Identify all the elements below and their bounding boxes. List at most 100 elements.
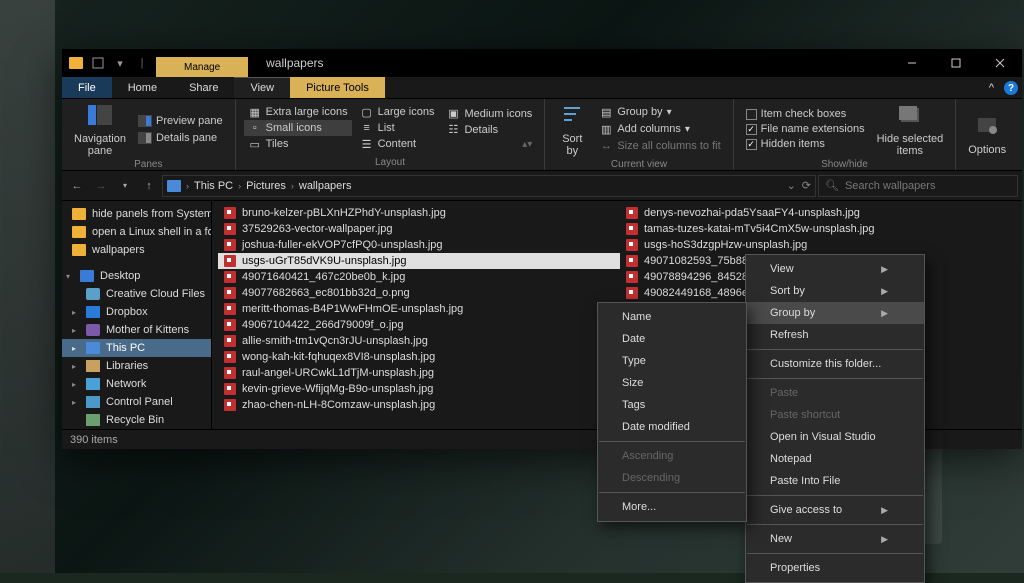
file-item[interactable]: 49071640421_467c20be0b_k.jpg — [218, 269, 620, 285]
tree-item[interactable]: ▸Mother of Kittens — [62, 321, 211, 339]
manage-contextual-tab[interactable]: Manage — [156, 57, 248, 77]
hidden-items-toggle[interactable]: ✓Hidden items — [742, 137, 869, 151]
tree-recent-item[interactable]: hide panels from System — [62, 205, 211, 223]
help-button[interactable]: ? — [1000, 77, 1022, 99]
layout-scroll[interactable]: ▴▾ — [442, 138, 536, 151]
close-button[interactable] — [978, 49, 1022, 77]
tree-item[interactable]: ▸Dropbox — [62, 303, 211, 321]
minimize-button[interactable] — [890, 49, 934, 77]
ctx-group-by[interactable]: Group by▶ — [746, 302, 924, 324]
file-item[interactable]: denys-nevozhai-pda5YsaaFY4-unsplash.jpg — [620, 205, 1022, 221]
file-item[interactable]: joshua-fuller-ekVOP7cfPQ0-unsplash.jpg — [218, 237, 620, 253]
tree-item[interactable]: Recycle Bin — [62, 411, 211, 429]
file-item[interactable]: meritt-thomas-B4P1WwFHmOE-unsplash.jpg — [218, 301, 620, 317]
ctx-sort-by[interactable]: Sort by▶ — [746, 280, 924, 302]
recent-locations-button[interactable]: ▾ — [114, 175, 136, 197]
ctx-group-size[interactable]: Size — [598, 372, 746, 394]
refresh-button[interactable]: ⟳ — [802, 179, 811, 192]
layout-list[interactable]: ≡List — [356, 120, 439, 136]
ctx-new[interactable]: New▶ — [746, 528, 924, 550]
ctx-give-access[interactable]: Give access to▶ — [746, 499, 924, 521]
ctx-group-more[interactable]: More... — [598, 496, 746, 518]
ctx-notepad[interactable]: Notepad — [746, 448, 924, 470]
ctx-view[interactable]: View▶ — [746, 258, 924, 280]
collapse-ribbon-button[interactable]: ^ — [983, 77, 1000, 98]
forward-button[interactable]: → — [90, 175, 112, 197]
qat-dropdown-icon[interactable]: ▾ — [110, 53, 130, 73]
maximize-button[interactable] — [934, 49, 978, 77]
details-pane-button[interactable]: Details pane — [134, 130, 227, 146]
add-columns-icon: ▥ — [599, 122, 613, 136]
file-item[interactable]: kevin-grieve-WfijqMg-B9o-unsplash.jpg — [218, 381, 620, 397]
file-item[interactable]: tamas-tuzes-katai-mTv5i4CmX5w-unsplash.j… — [620, 221, 1022, 237]
ctx-open-visual-studio[interactable]: Open in Visual Studio — [746, 426, 924, 448]
ctx-customize[interactable]: Customize this folder... — [746, 353, 924, 375]
up-button[interactable]: ↑ — [138, 175, 160, 197]
layout-small-icons[interactable]: ▫Small icons — [244, 120, 352, 136]
search-input[interactable]: 🔍︎ Search wallpapers — [818, 175, 1018, 197]
breadcrumb-segment[interactable]: This PC — [194, 180, 233, 192]
tree-item[interactable]: Creative Cloud Files — [62, 285, 211, 303]
ctx-group-type[interactable]: Type — [598, 350, 746, 372]
file-item[interactable]: 37529263-vector-wallpaper.jpg — [218, 221, 620, 237]
tree-recent-item[interactable]: wallpapers — [62, 241, 211, 259]
file-item[interactable]: bruno-kelzer-pBLXnHZPhdY-unsplash.jpg — [218, 205, 620, 221]
layout-large-icons[interactable]: ▢Large icons — [356, 104, 439, 120]
ctx-group-name[interactable]: Name — [598, 306, 746, 328]
qat-item-icon[interactable] — [88, 53, 108, 73]
breadcrumb-segment[interactable]: Pictures — [246, 180, 286, 192]
breadcrumb-segment[interactable]: wallpapers — [299, 180, 352, 192]
file-extensions-toggle[interactable]: ✓File name extensions — [742, 122, 869, 136]
layout-icon: ☷ — [446, 123, 460, 137]
navigation-pane-button[interactable]: Navigation pane — [70, 101, 130, 157]
layout-extra-large-icons[interactable]: ▦Extra large icons — [244, 104, 352, 120]
ctx-group-date[interactable]: Date — [598, 328, 746, 350]
layout-content[interactable]: ☰Content — [356, 136, 439, 152]
tab-picture-tools[interactable]: Picture Tools — [290, 77, 385, 98]
layout-medium-icons[interactable]: ▣Medium icons — [442, 106, 536, 122]
tree-item[interactable]: ▸Control Panel — [62, 393, 211, 411]
sort-by-button[interactable]: Sort by — [553, 101, 591, 157]
file-item[interactable]: raul-angel-URCwkL1dTjM-unsplash.jpg — [218, 365, 620, 381]
chevron-right-icon: ▶ — [881, 505, 888, 516]
back-button[interactable]: ← — [66, 175, 88, 197]
file-item[interactable]: wong-kah-kit-fqhuqex8VI8-unsplash.jpg — [218, 349, 620, 365]
ctx-group-tags[interactable]: Tags — [598, 394, 746, 416]
tree-this-pc[interactable]: ▸This PC — [62, 339, 211, 357]
file-item[interactable]: zhao-chen-nLH-8Comzaw-unsplash.jpg — [218, 397, 620, 413]
tab-file[interactable]: File — [62, 77, 112, 98]
tab-share[interactable]: Share — [173, 77, 234, 98]
chevron-right-icon[interactable]: › — [291, 181, 294, 191]
file-item[interactable]: allie-smith-tm1vQcn3rJU-unsplash.jpg — [218, 333, 620, 349]
hide-selected-button[interactable]: Hide selected items — [873, 101, 948, 157]
chevron-right-icon[interactable]: › — [186, 181, 189, 191]
address-dropdown-icon[interactable]: ⌄ — [787, 179, 796, 192]
file-item[interactable]: usgs-hoS3dzgpHzw-unsplash.jpg — [620, 237, 1022, 253]
size-all-columns-button[interactable]: ↔Size all columns to fit — [595, 138, 724, 154]
ctx-group-ascending: Ascending — [598, 445, 746, 467]
tree-item[interactable]: ▸Network — [62, 375, 211, 393]
ctx-group-date-modified[interactable]: Date modified — [598, 416, 746, 438]
tree-recent-item[interactable]: open a Linux shell in a fo — [62, 223, 211, 241]
chevron-right-icon[interactable]: › — [238, 181, 241, 191]
ctx-refresh[interactable]: Refresh — [746, 324, 924, 346]
file-item[interactable]: 49077682663_ec801bb32d_o.png — [218, 285, 620, 301]
file-item[interactable]: usgs-uGrT85dVK9U-unsplash.jpg — [218, 253, 620, 269]
layout-tiles[interactable]: ▭Tiles — [244, 136, 352, 152]
tab-view[interactable]: View — [234, 77, 290, 98]
group-by-button[interactable]: ▤Group by ▾ — [595, 104, 724, 120]
navigation-tree[interactable]: hide panels from System open a Linux she… — [62, 201, 212, 429]
layout-details[interactable]: ☷Details — [442, 122, 536, 138]
item-checkboxes-toggle[interactable]: Item check boxes — [742, 107, 869, 121]
options-button[interactable]: Options — [964, 101, 1010, 166]
tree-item[interactable]: ▸Libraries — [62, 357, 211, 375]
preview-pane-button[interactable]: Preview pane — [134, 113, 227, 129]
ctx-paste-into-file[interactable]: Paste Into File — [746, 470, 924, 492]
tree-desktop[interactable]: ▾Desktop — [62, 267, 211, 285]
address-bar: ← → ▾ ↑ › This PC › Pictures › wallpaper… — [62, 171, 1022, 201]
ctx-properties[interactable]: Properties — [746, 557, 924, 579]
file-item[interactable]: 49067104422_266d79009f_o.jpg — [218, 317, 620, 333]
tab-home[interactable]: Home — [112, 77, 173, 98]
add-columns-button[interactable]: ▥Add columns ▾ — [595, 121, 724, 137]
breadcrumb[interactable]: › This PC › Pictures › wallpapers ⌄ ⟳ — [162, 175, 816, 197]
